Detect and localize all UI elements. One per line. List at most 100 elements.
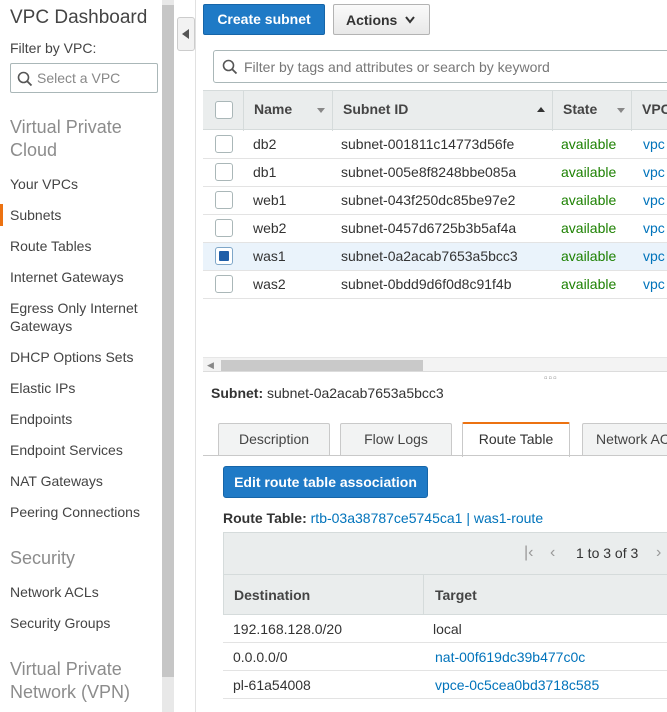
subnet-name: db2: [253, 136, 277, 152]
table-row[interactable]: db1 subnet-005e8f8248bbe085a available v…: [203, 159, 667, 187]
subnet-name: db1: [253, 164, 277, 180]
create-subnet-button[interactable]: Create subnet: [203, 4, 325, 35]
sidebar-title[interactable]: VPC Dashboard: [10, 7, 147, 29]
subnet-name: was2: [253, 276, 286, 292]
subnet-id: subnet-0a2acab7653a5bcc3: [341, 248, 518, 264]
next-page-icon[interactable]: ›: [656, 544, 661, 562]
column-header-subnet-id[interactable]: Subnet ID: [343, 101, 408, 117]
route-row: 0.0.0.0/0 nat-00f619dc39b477c0c: [223, 643, 667, 671]
subnet-id: subnet-005e8f8248bbe085a: [341, 164, 517, 180]
subnet-vpc-link[interactable]: vpc: [643, 164, 665, 180]
subnet-state: available: [561, 164, 617, 180]
tab-description[interactable]: Description: [218, 423, 330, 456]
subnet-state: available: [561, 248, 617, 264]
row-checkbox[interactable]: [215, 219, 233, 237]
table-row[interactable]: web1 subnet-043f250dc85be97e2 available …: [203, 187, 667, 215]
column-header-name[interactable]: Name: [254, 101, 292, 117]
sidebar-item-endpoints[interactable]: Endpoints: [10, 410, 155, 428]
route-table-key: Route Table:: [223, 510, 307, 526]
actions-button[interactable]: Actions: [333, 4, 430, 35]
sidebar-item-route-tables[interactable]: Route Tables: [10, 237, 155, 255]
subnet-vpc-link[interactable]: vpc: [643, 248, 665, 264]
sort-up-icon[interactable]: [537, 107, 545, 113]
sidebar-item-your-vpcs[interactable]: Your VPCs: [10, 175, 155, 193]
sidebar-item-internet-gateways[interactable]: Internet Gateways: [10, 268, 155, 286]
select-all-checkbox[interactable]: [215, 101, 233, 119]
row-checkbox[interactable]: [215, 135, 233, 153]
sidebar-item-network-acls[interactable]: Network ACLs: [10, 583, 155, 601]
sidebar-scroll-thumb[interactable]: [162, 5, 174, 677]
search-placeholder: Filter by tags and attributes or search …: [244, 59, 550, 75]
tab-route-table[interactable]: Route Table: [462, 422, 570, 457]
subnet-state: available: [561, 220, 617, 236]
scroll-left-icon[interactable]: ◀: [207, 360, 214, 371]
tab-network-acl[interactable]: Network ACL: [582, 423, 667, 456]
subnet-id: subnet-043f250dc85be97e2: [341, 192, 516, 208]
sidebar-item-nat-gateways[interactable]: NAT Gateways: [10, 472, 155, 490]
table-row-selected[interactable]: was1 subnet-0a2acab7653a5bcc3 available …: [203, 243, 667, 271]
column-header-vpc[interactable]: VPC: [642, 101, 667, 117]
chevron-down-icon: [405, 16, 415, 24]
collapse-sidebar-button[interactable]: [177, 17, 195, 51]
subnet-vpc-link[interactable]: vpc: [643, 136, 665, 152]
subnet-vpc-link[interactable]: vpc: [643, 192, 665, 208]
edit-route-table-association-button[interactable]: Edit route table association: [223, 466, 428, 498]
sidebar-item-security-groups[interactable]: Security Groups: [10, 614, 155, 632]
search-icon: [17, 71, 33, 90]
vpc-filter-placeholder: Select a VPC: [37, 70, 121, 86]
pagination-text: 1 to 3 of 3: [576, 545, 639, 561]
sidebar-item-dhcp-options[interactable]: DHCP Options Sets: [10, 348, 155, 366]
route-target-link[interactable]: vpce-0c5cea0bd3718c585: [435, 677, 599, 693]
column-header-destination[interactable]: Destination: [234, 587, 310, 603]
sidebar-item-elastic-ips[interactable]: Elastic IPs: [10, 379, 155, 397]
route-pagination-bar: |‹ ‹ 1 to 3 of 3 ›: [223, 532, 667, 575]
prev-page-icon[interactable]: ‹: [550, 544, 555, 562]
horizontal-scroll-thumb[interactable]: [221, 360, 423, 371]
row-checkbox-checked[interactable]: [215, 247, 233, 265]
column-header-state[interactable]: State: [563, 101, 597, 117]
route-target-link[interactable]: nat-00f619dc39b477c0c: [435, 649, 585, 665]
table-row[interactable]: was2 subnet-0bdd9d6f0d8c91f4b available …: [203, 271, 667, 299]
actions-label: Actions: [346, 12, 398, 28]
subnet-name: web1: [253, 192, 287, 208]
tab-underline: [203, 455, 667, 456]
route-table-label: Route Table: rtb-03a38787ce5745ca1 | was…: [223, 510, 543, 526]
selected-subnet-label: Subnet: subnet-0a2acab7653a5bcc3: [211, 385, 444, 401]
split-pane-handle-icon[interactable]: ▫▫▫: [544, 373, 558, 384]
table-row[interactable]: db2 subnet-001811c14773d56fe available v…: [203, 131, 667, 159]
sort-down-icon[interactable]: [617, 108, 625, 114]
vpc-filter-select[interactable]: Select a VPC: [10, 63, 158, 93]
sidebar-item-peering-connections[interactable]: Peering Connections: [10, 503, 155, 521]
filter-search-input[interactable]: Filter by tags and attributes or search …: [213, 50, 667, 83]
route-row: pl-61a54008 vpce-0c5cea0bd3718c585: [223, 671, 667, 699]
tab-flow-logs[interactable]: Flow Logs: [340, 423, 452, 456]
row-checkbox[interactable]: [215, 275, 233, 293]
sidebar-scrollbar[interactable]: [162, 0, 174, 712]
subnet-state: available: [561, 192, 617, 208]
subnet-id: subnet-0457d6725b3b5af4a: [341, 220, 517, 236]
route-table-link[interactable]: rtb-03a38787ce5745ca1 | was1-route: [311, 510, 543, 526]
subnet-vpc-link[interactable]: vpc: [643, 276, 665, 292]
filter-by-vpc-label: Filter by VPC:: [10, 40, 97, 56]
subnet-id: subnet-001811c14773d56fe: [341, 136, 515, 152]
table-horizontal-scrollbar[interactable]: ◀: [203, 357, 667, 371]
search-icon: [222, 59, 238, 78]
route-destination: 192.168.128.0/20: [233, 621, 342, 637]
column-header-target[interactable]: Target: [435, 587, 477, 603]
sidebar-item-egress-only-gateways[interactable]: Egress Only Internet Gateways: [10, 299, 155, 335]
subnet-state: available: [561, 276, 617, 292]
chevron-left-icon: [182, 29, 189, 39]
section-virtual-private-cloud: Virtual Private Cloud: [10, 117, 122, 160]
subnet-vpc-link[interactable]: vpc: [643, 220, 665, 236]
sidebar-item-endpoint-services[interactable]: Endpoint Services: [10, 441, 155, 459]
first-page-icon[interactable]: |‹: [524, 544, 533, 562]
route-row: 192.168.128.0/20 local: [223, 615, 667, 643]
table-row[interactable]: web2 subnet-0457d6725b3b5af4a available …: [203, 215, 667, 243]
sidebar-item-subnets[interactable]: Subnets: [10, 206, 155, 224]
sort-down-icon[interactable]: [317, 108, 325, 114]
subnet-id: subnet-0bdd9d6f0d8c91f4b: [341, 276, 512, 292]
subnet-name: web2: [253, 220, 287, 236]
row-checkbox[interactable]: [215, 191, 233, 209]
row-checkbox[interactable]: [215, 163, 233, 181]
subnet-value: subnet-0a2acab7653a5bcc3: [267, 385, 444, 401]
